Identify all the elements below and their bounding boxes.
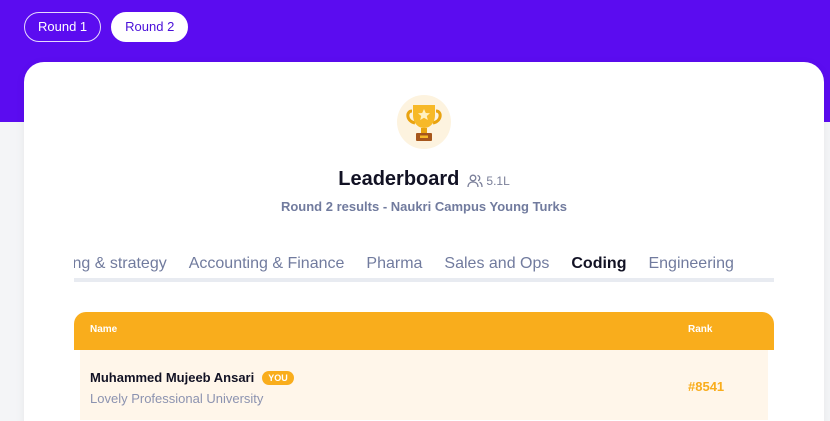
leaderboard-card: Leaderboard 5.1L Round 2 results - Naukr… <box>24 62 824 421</box>
title-row: Leaderboard 5.1L <box>24 168 824 191</box>
users-icon <box>467 174 484 187</box>
table-row[interactable]: Muhammed Mujeeb Ansari YOU Lovely Profes… <box>80 350 768 420</box>
you-badge: YOU <box>262 370 294 385</box>
round-2-tab[interactable]: Round 2 <box>111 12 189 42</box>
participant-rank: #8541 <box>688 379 725 394</box>
views-value: 5.1L <box>486 173 510 188</box>
page-title: Leaderboard <box>338 168 460 190</box>
tab-sales-ops[interactable]: Sales and Ops <box>444 255 549 278</box>
tab-pharma[interactable]: Pharma <box>366 255 422 278</box>
round-tabs: Round 1 Round 2 <box>24 12 189 42</box>
trophy-icon <box>406 105 442 141</box>
tab-coding[interactable]: Coding <box>571 255 626 278</box>
table-header: Name Rank <box>74 312 774 350</box>
tab-accounting-finance[interactable]: Accounting & Finance <box>189 255 345 278</box>
round-1-tab[interactable]: Round 1 <box>24 12 102 42</box>
tab-engineering[interactable]: Engineering <box>648 255 733 278</box>
category-tabs: Marketing & strategy Accounting & Financ… <box>74 252 774 282</box>
views-count: 5.1L <box>467 173 510 188</box>
trophy-badge <box>397 95 451 149</box>
column-name-header: Name <box>90 324 118 335</box>
participant-university: Lovely Professional University <box>90 391 264 406</box>
leaderboard-table: Name Rank Muhammed Mujeeb Ansari YOU Lov… <box>74 312 774 420</box>
participant-name: Muhammed Mujeeb Ansari <box>90 370 255 385</box>
column-rank-header: Rank <box>688 324 713 335</box>
tab-marketing-strategy[interactable]: Marketing & strategy <box>74 255 167 278</box>
page-subtitle: Round 2 results - Naukri Campus Young Tu… <box>280 199 568 214</box>
